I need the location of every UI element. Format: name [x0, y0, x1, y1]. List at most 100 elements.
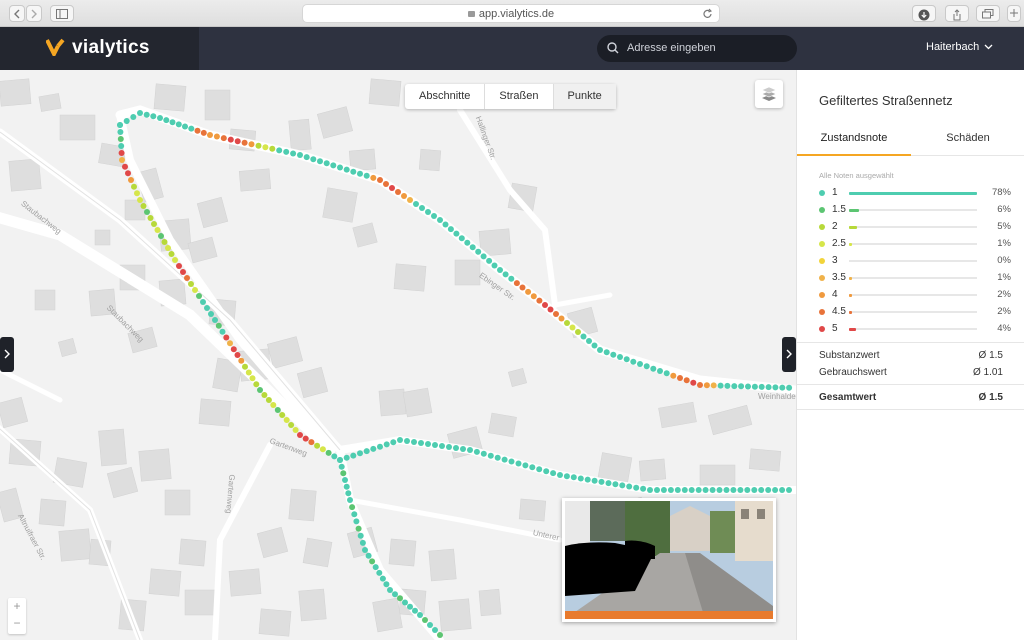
condition-point[interactable]	[543, 468, 550, 475]
condition-point[interactable]	[617, 354, 623, 360]
condition-point[interactable]	[432, 627, 438, 633]
condition-point[interactable]	[663, 370, 670, 377]
condition-point[interactable]	[392, 591, 398, 598]
condition-point[interactable]	[274, 407, 281, 413]
condition-point[interactable]	[131, 183, 137, 190]
condition-point[interactable]	[337, 164, 343, 171]
condition-point[interactable]	[553, 311, 559, 317]
condition-point[interactable]	[269, 145, 276, 152]
condition-point[interactable]	[695, 487, 702, 493]
condition-point[interactable]	[343, 483, 350, 490]
condition-point[interactable]	[290, 150, 297, 157]
condition-point[interactable]	[577, 475, 584, 482]
grade-row[interactable]: 4.5 2%	[817, 304, 1013, 321]
tabs-button[interactable]	[976, 5, 1000, 22]
condition-point[interactable]	[536, 297, 543, 304]
logo-area[interactable]: vialytics	[0, 27, 199, 70]
condition-point[interactable]	[401, 193, 407, 199]
condition-point[interactable]	[525, 288, 532, 295]
condition-point[interactable]	[158, 233, 164, 239]
grade-row[interactable]: 2 5%	[817, 219, 1013, 236]
condition-point[interactable]	[515, 460, 522, 467]
new-tab-button[interactable]	[1007, 5, 1021, 22]
condition-point[interactable]	[418, 440, 424, 446]
condition-point[interactable]	[586, 338, 592, 344]
condition-point[interactable]	[598, 478, 605, 485]
grade-row[interactable]: 3.5 1%	[817, 270, 1013, 287]
condition-point[interactable]	[626, 483, 633, 490]
condition-point[interactable]	[353, 518, 360, 525]
condition-point[interactable]	[702, 487, 709, 493]
condition-point[interactable]	[276, 147, 283, 154]
condition-point[interactable]	[402, 599, 408, 606]
condition-point[interactable]	[610, 351, 617, 358]
condition-point[interactable]	[377, 177, 383, 183]
condition-point[interactable]	[557, 472, 563, 478]
condition-point[interactable]	[751, 487, 758, 493]
condition-point[interactable]	[432, 442, 438, 448]
condition-point[interactable]	[723, 487, 730, 493]
condition-point[interactable]	[667, 487, 674, 493]
condition-point[interactable]	[683, 377, 690, 384]
condition-point[interactable]	[194, 127, 201, 134]
left-panel-toggle[interactable]	[0, 337, 14, 372]
condition-point[interactable]	[117, 136, 124, 142]
zoom-out-button[interactable]: −	[8, 615, 26, 632]
condition-point[interactable]	[480, 253, 487, 260]
condition-point[interactable]	[724, 382, 731, 389]
condition-point[interactable]	[442, 221, 449, 228]
grade-row[interactable]: 1.5 6%	[817, 202, 1013, 219]
condition-point[interactable]	[175, 121, 182, 128]
condition-point[interactable]	[117, 129, 124, 135]
condition-point[interactable]	[731, 383, 738, 390]
condition-point[interactable]	[387, 587, 393, 593]
condition-point[interactable]	[390, 439, 397, 446]
condition-point[interactable]	[151, 221, 157, 227]
condition-point[interactable]	[369, 558, 376, 565]
condition-point[interactable]	[758, 383, 765, 390]
condition-point[interactable]	[765, 384, 772, 391]
condition-point[interactable]	[437, 632, 443, 638]
condition-point[interactable]	[234, 352, 241, 358]
condition-point[interactable]	[688, 487, 695, 493]
condition-point[interactable]	[584, 476, 591, 483]
condition-point[interactable]	[397, 595, 403, 602]
condition-point[interactable]	[261, 392, 268, 398]
condition-point[interactable]	[619, 482, 626, 489]
condition-point[interactable]	[137, 197, 143, 203]
condition-point[interactable]	[453, 230, 460, 237]
condition-point[interactable]	[486, 257, 493, 264]
condition-point[interactable]	[467, 447, 473, 453]
condition-point[interactable]	[242, 363, 248, 370]
condition-point[interactable]	[591, 477, 598, 484]
condition-point[interactable]	[347, 497, 353, 503]
condition-point[interactable]	[536, 466, 543, 473]
condition-point[interactable]	[681, 487, 688, 493]
condition-point[interactable]	[475, 248, 482, 255]
condition-point[interactable]	[522, 462, 529, 469]
condition-point[interactable]	[342, 477, 348, 483]
condition-point[interactable]	[786, 384, 793, 391]
condition-point[interactable]	[419, 205, 425, 211]
address-bar[interactable]: app.vialytics.de	[302, 4, 720, 23]
condition-point[interactable]	[395, 189, 401, 195]
back-button[interactable]	[9, 5, 25, 22]
condition-point[interactable]	[128, 177, 134, 183]
condition-point[interactable]	[383, 181, 389, 187]
condition-point[interactable]	[122, 163, 128, 170]
condition-point[interactable]	[473, 448, 480, 455]
condition-point[interactable]	[118, 143, 125, 149]
condition-point[interactable]	[325, 449, 332, 456]
mode-strassen[interactable]: Straßen	[484, 84, 552, 109]
condition-point[interactable]	[569, 324, 576, 331]
condition-point[interactable]	[674, 487, 681, 493]
zoom-in-button[interactable]: +	[8, 598, 26, 615]
condition-point[interactable]	[547, 306, 554, 313]
condition-point[interactable]	[431, 213, 437, 219]
condition-point[interactable]	[125, 170, 131, 177]
condition-point[interactable]	[422, 617, 428, 623]
condition-point[interactable]	[245, 369, 252, 376]
condition-point[interactable]	[563, 473, 570, 480]
condition-point[interactable]	[204, 305, 210, 311]
condition-point[interactable]	[323, 160, 330, 167]
